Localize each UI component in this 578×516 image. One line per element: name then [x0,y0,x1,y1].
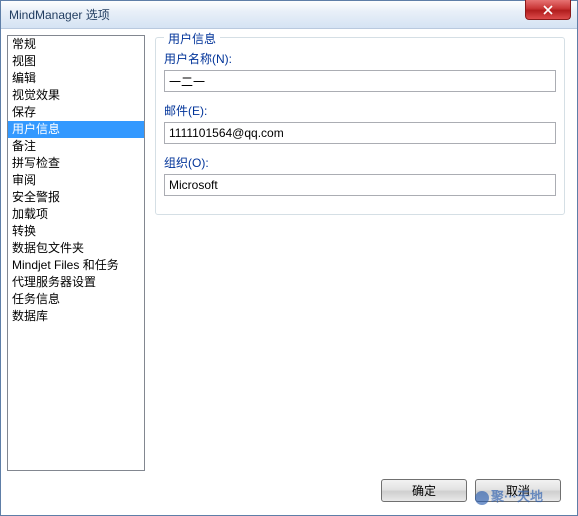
org-label: 组织(O): [164,154,556,171]
group-title: 用户信息 [164,30,220,47]
sidebar-item-6[interactable]: 备注 [8,138,144,155]
sidebar-item-12[interactable]: 数据包文件夹 [8,240,144,257]
category-sidebar[interactable]: 常规视图编辑视觉效果保存用户信息备注拼写检查审阅安全警报加载项转换数据包文件夹M… [7,35,145,471]
sidebar-item-0[interactable]: 常规 [8,36,144,53]
main-panel: 用户信息 用户名称(N): 邮件(E): 组织(O): [153,35,571,471]
email-input[interactable] [164,122,556,144]
sidebar-item-1[interactable]: 视图 [8,53,144,70]
user-info-group: 用户信息 用户名称(N): 邮件(E): 组织(O): [155,37,565,215]
dialog-footer: 确定 取消 聚···天地 [7,471,571,509]
sidebar-item-7[interactable]: 拼写检查 [8,155,144,172]
username-input[interactable] [164,70,556,92]
content-area: 常规视图编辑视觉效果保存用户信息备注拼写检查审阅安全警报加载项转换数据包文件夹M… [7,35,571,471]
username-label: 用户名称(N): [164,50,556,67]
org-input[interactable] [164,174,556,196]
close-button[interactable] [525,0,571,20]
email-label: 邮件(E): [164,102,556,119]
sidebar-item-2[interactable]: 编辑 [8,70,144,87]
org-field: 组织(O): [164,154,556,196]
sidebar-item-8[interactable]: 审阅 [8,172,144,189]
sidebar-item-5[interactable]: 用户信息 [8,121,144,138]
email-field: 邮件(E): [164,102,556,144]
ok-button[interactable]: 确定 [381,479,467,502]
sidebar-item-11[interactable]: 转换 [8,223,144,240]
sidebar-item-13[interactable]: Mindjet Files 和任务 [8,257,144,274]
sidebar-item-14[interactable]: 代理服务器设置 [8,274,144,291]
close-icon [543,5,553,15]
options-dialog: MindManager 选项 常规视图编辑视觉效果保存用户信息备注拼写检查审阅安… [0,0,578,516]
sidebar-item-3[interactable]: 视觉效果 [8,87,144,104]
titlebar[interactable]: MindManager 选项 [1,1,577,29]
sidebar-item-10[interactable]: 加载项 [8,206,144,223]
sidebar-item-16[interactable]: 数据库 [8,308,144,325]
dialog-body: 常规视图编辑视觉效果保存用户信息备注拼写检查审阅安全警报加载项转换数据包文件夹M… [1,29,577,515]
window-title: MindManager 选项 [9,6,110,23]
sidebar-item-4[interactable]: 保存 [8,104,144,121]
username-field: 用户名称(N): [164,50,556,92]
sidebar-item-9[interactable]: 安全警报 [8,189,144,206]
cancel-button[interactable]: 取消 [475,479,561,502]
sidebar-item-15[interactable]: 任务信息 [8,291,144,308]
